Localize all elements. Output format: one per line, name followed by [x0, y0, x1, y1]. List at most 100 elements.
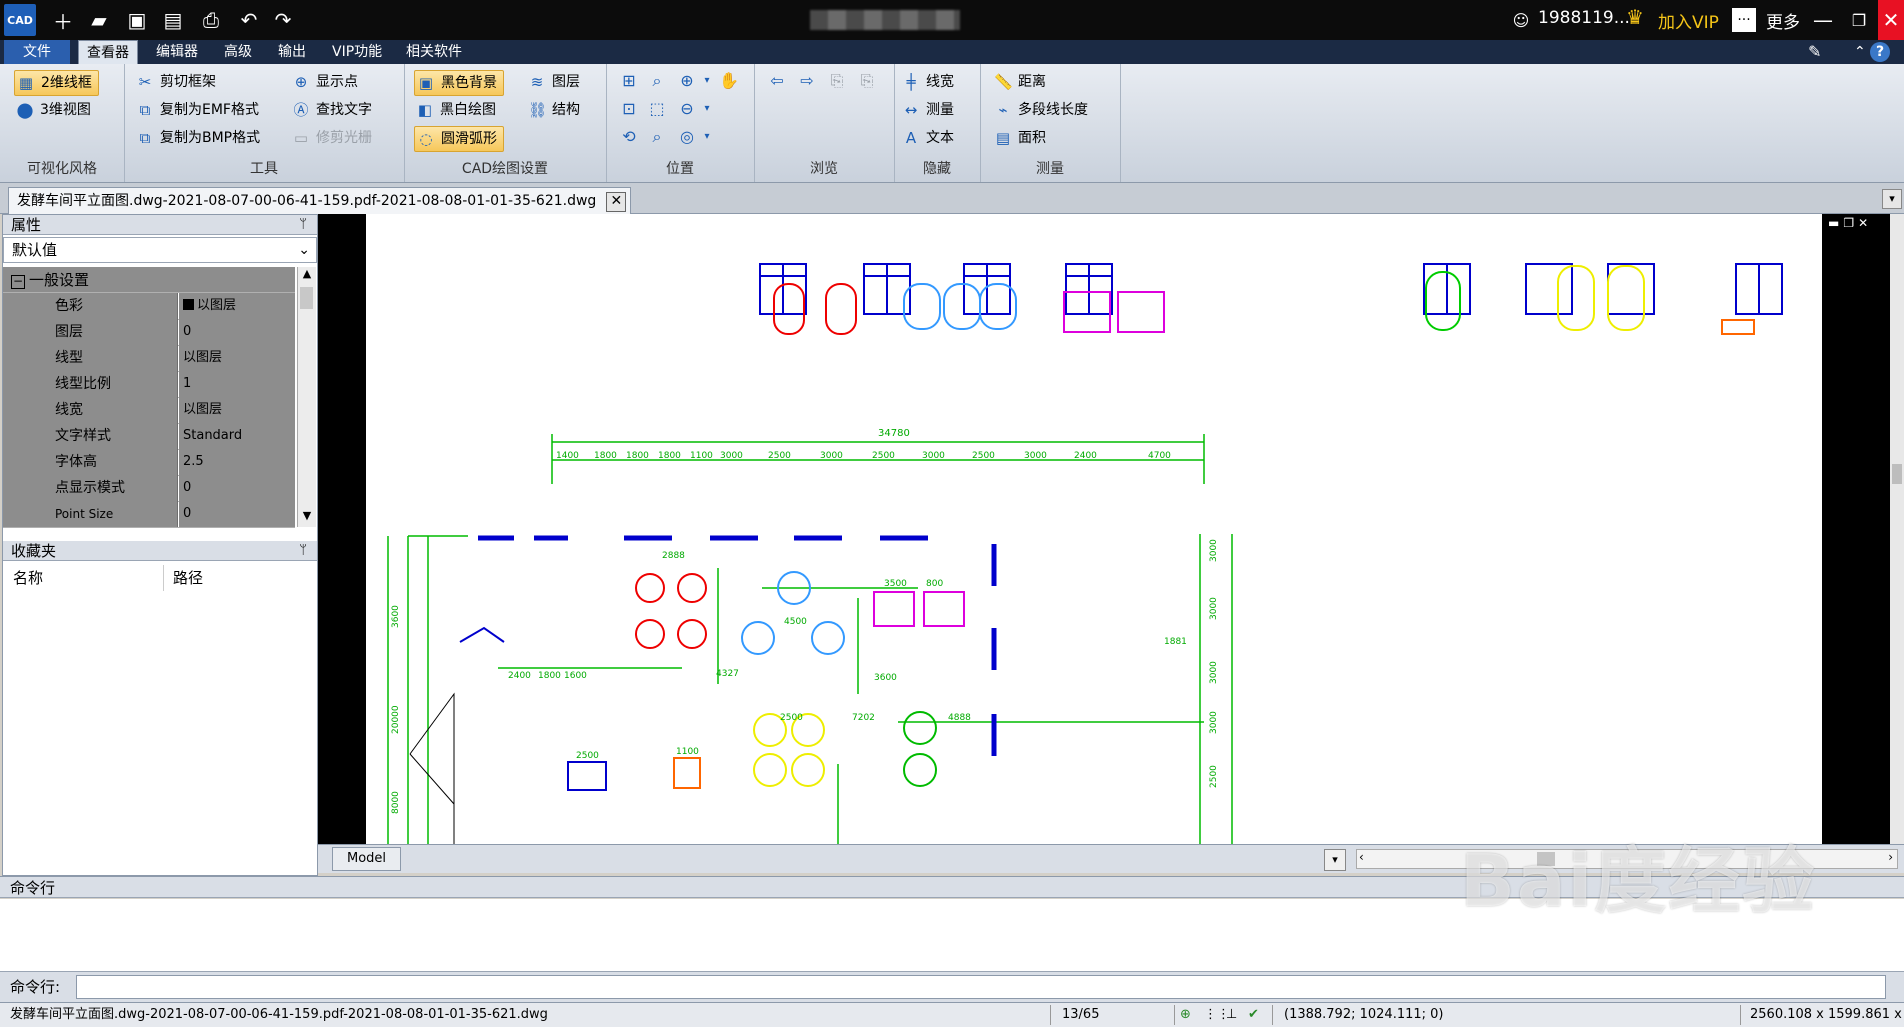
property-row[interactable]: 线型 以图层 — [3, 345, 295, 372]
favorites-column-path[interactable]: 路径 — [163, 565, 203, 591]
collapse-icon[interactable]: − — [11, 275, 25, 289]
undo-icon[interactable]: ↶ — [236, 7, 262, 33]
vertical-scrollbar[interactable] — [1890, 214, 1904, 844]
arrow-right-icon[interactable]: ⇨ — [796, 70, 818, 92]
tab-list-chevron-icon[interactable]: ▾ — [1882, 189, 1902, 209]
previous-view-icon[interactable]: ⌕ — [646, 126, 668, 148]
zoom-window-icon[interactable]: ⌕ — [646, 70, 668, 92]
arrow-left-icon[interactable]: ⇦ — [766, 70, 788, 92]
property-row[interactable]: 线宽 以图层 — [3, 397, 295, 424]
tab-viewer[interactable]: 查看器 — [78, 40, 138, 65]
document-tab[interactable]: 发酵车间平立面图.dwg-2021-08-07-00-06-41-159.pdf… — [8, 187, 632, 214]
hide-line-width-button[interactable]: ╪ 线宽 — [900, 70, 954, 94]
clip-frame-button[interactable]: ✂ 剪切框架 — [134, 70, 216, 94]
user-name[interactable]: 1988119... — [1538, 8, 1630, 28]
arc-icon: ◌ — [419, 130, 433, 148]
new-icon[interactable]: ＋ — [50, 7, 76, 34]
restore-icon[interactable]: ❐ — [1846, 7, 1872, 33]
help-icon[interactable]: ? — [1870, 42, 1890, 62]
property-row[interactable]: 图层 0 — [3, 319, 295, 346]
redo-icon[interactable]: ↷ — [270, 7, 296, 33]
fit-icon[interactable]: ⊡ — [618, 98, 640, 120]
osnap-icon[interactable]: ✔ — [1248, 1003, 1259, 1027]
scroll-up-icon[interactable]: ▲ — [298, 267, 316, 285]
close-tab-icon[interactable]: ✕ — [606, 192, 627, 212]
scroll-thumb[interactable] — [1892, 464, 1902, 484]
chevron-down-icon[interactable]: ▾ — [696, 126, 718, 148]
trim-raster-button[interactable]: ▭ 修剪光栅 — [290, 126, 372, 150]
tab-advanced[interactable]: 高级 — [216, 40, 260, 64]
ortho-icon[interactable]: ⊥ — [1226, 1003, 1237, 1027]
page-prev-icon[interactable]: ⎘ — [826, 70, 848, 92]
app-logo[interactable]: CAD — [4, 4, 36, 36]
zoom-in-icon[interactable]: ⊕ — [676, 70, 698, 92]
more-label[interactable]: 更多 — [1766, 8, 1800, 33]
find-text-button[interactable]: Ⓐ 查找文字 — [290, 98, 372, 122]
property-row[interactable]: 色彩 以图层 — [3, 293, 295, 320]
edit-pen-icon[interactable]: ✎ — [1800, 40, 1829, 64]
property-row[interactable]: 点显示模式 0 — [3, 475, 295, 502]
frame-icon[interactable]: ⬚ — [646, 98, 668, 120]
properties-header: 属性 ᛘ — [3, 215, 317, 235]
zoom-extents-icon[interactable]: ⊞ — [618, 70, 640, 92]
drawing-canvas[interactable]: 34780 1400 1800 1800 1800 1100 3000 2500… — [318, 214, 1904, 844]
orbit-icon[interactable]: ◎ — [676, 126, 698, 148]
baidu-watermark: Bai度经验 jingyan.baidu.com — [1460, 822, 1900, 982]
property-row[interactable]: 字体高 2.5 — [3, 449, 295, 476]
user-avatar-icon[interactable]: ☺ — [1508, 7, 1534, 33]
smooth-arc-button[interactable]: ◌ 圆滑弧形 — [414, 126, 504, 152]
vip-link[interactable]: 加入VIP — [1658, 8, 1719, 33]
tab-related-software[interactable]: 相关软件 — [398, 40, 470, 64]
property-row[interactable]: Point Size 0 — [3, 501, 295, 528]
layout-list-chevron-icon[interactable]: ▾ — [1324, 849, 1346, 871]
favorites-column-name[interactable]: 名称 — [3, 565, 164, 591]
save-as-icon[interactable]: ▤ — [160, 7, 186, 33]
property-row[interactable]: 文字样式 Standard — [3, 423, 295, 450]
more-icon[interactable]: ··· — [1732, 8, 1756, 32]
print-icon[interactable]: ⎙ — [198, 7, 224, 33]
black-background-button[interactable]: ▣ 黑色背景 — [414, 70, 504, 96]
properties-scrollbar[interactable]: ▲ ▼ — [297, 267, 316, 527]
dimension-label: 3600 — [391, 605, 401, 628]
pin-icon[interactable]: ᛘ — [299, 541, 307, 561]
distance-button[interactable]: 📏 距离 — [992, 70, 1046, 94]
wireframe-2d-button[interactable]: ▦ 2维线框 — [14, 70, 99, 96]
chevron-down-icon[interactable]: ▾ — [696, 70, 718, 92]
save-icon[interactable]: ▣ — [124, 7, 150, 33]
tab-editor[interactable]: 编辑器 — [148, 40, 206, 64]
tab-vip[interactable]: VIP功能 — [324, 40, 390, 64]
pin-icon[interactable]: ᛘ — [299, 215, 307, 235]
view-3d-button[interactable]: ⬤ 3维视图 — [14, 98, 91, 122]
page-next-icon[interactable]: ⎘ — [856, 70, 878, 92]
close-icon[interactable]: ✕ — [1878, 0, 1904, 40]
scroll-left-icon[interactable]: ‹ — [1359, 850, 1364, 864]
properties-selector[interactable]: 默认值 ⌄ — [3, 237, 317, 263]
zoom-out-icon[interactable]: ⊖ — [676, 98, 698, 120]
property-group-general[interactable]: − 一般设置 — [3, 267, 295, 293]
hide-text-button[interactable]: A 文本 — [900, 126, 954, 150]
hide-measure-button[interactable]: ↔ 测量 — [900, 98, 954, 122]
structure-button[interactable]: ⛓ 结构 — [526, 98, 580, 122]
viewport-window-controls[interactable]: ▬❐✕ — [1828, 216, 1872, 230]
chevron-down-icon[interactable]: ▾ — [696, 98, 718, 120]
polyline-length-button[interactable]: ⌁ 多段线长度 — [992, 98, 1088, 122]
area-button[interactable]: ▤ 面积 — [992, 126, 1046, 150]
chevron-down-icon: ⌄ — [298, 242, 310, 258]
copy-emf-button[interactable]: ⧉ 复制为EMF格式 — [134, 98, 259, 122]
tab-output[interactable]: 输出 — [270, 40, 314, 64]
layers-button[interactable]: ≋ 图层 — [526, 70, 580, 94]
tab-model[interactable]: Model — [332, 847, 402, 871]
scroll-thumb[interactable] — [300, 287, 313, 309]
bw-drawing-button[interactable]: ◧ 黑白绘图 — [414, 98, 496, 122]
snap-icon[interactable]: ⊕ — [1180, 1003, 1191, 1027]
scroll-down-icon[interactable]: ▼ — [298, 509, 316, 527]
rotate-icon[interactable]: ⟲ — [618, 126, 640, 148]
property-row[interactable]: 线型比例 1 — [3, 371, 295, 398]
show-points-button[interactable]: ⊕ 显示点 — [290, 70, 358, 94]
tab-file[interactable]: 文件 — [4, 40, 70, 64]
copy-bmp-button[interactable]: ⧉ 复制为BMP格式 — [134, 126, 261, 150]
open-folder-icon[interactable]: ▰ — [86, 7, 112, 33]
pan-hand-icon[interactable]: ✋ — [718, 70, 740, 92]
minimize-icon[interactable]: — — [1810, 7, 1836, 33]
bw-icon: ◧ — [417, 101, 433, 119]
